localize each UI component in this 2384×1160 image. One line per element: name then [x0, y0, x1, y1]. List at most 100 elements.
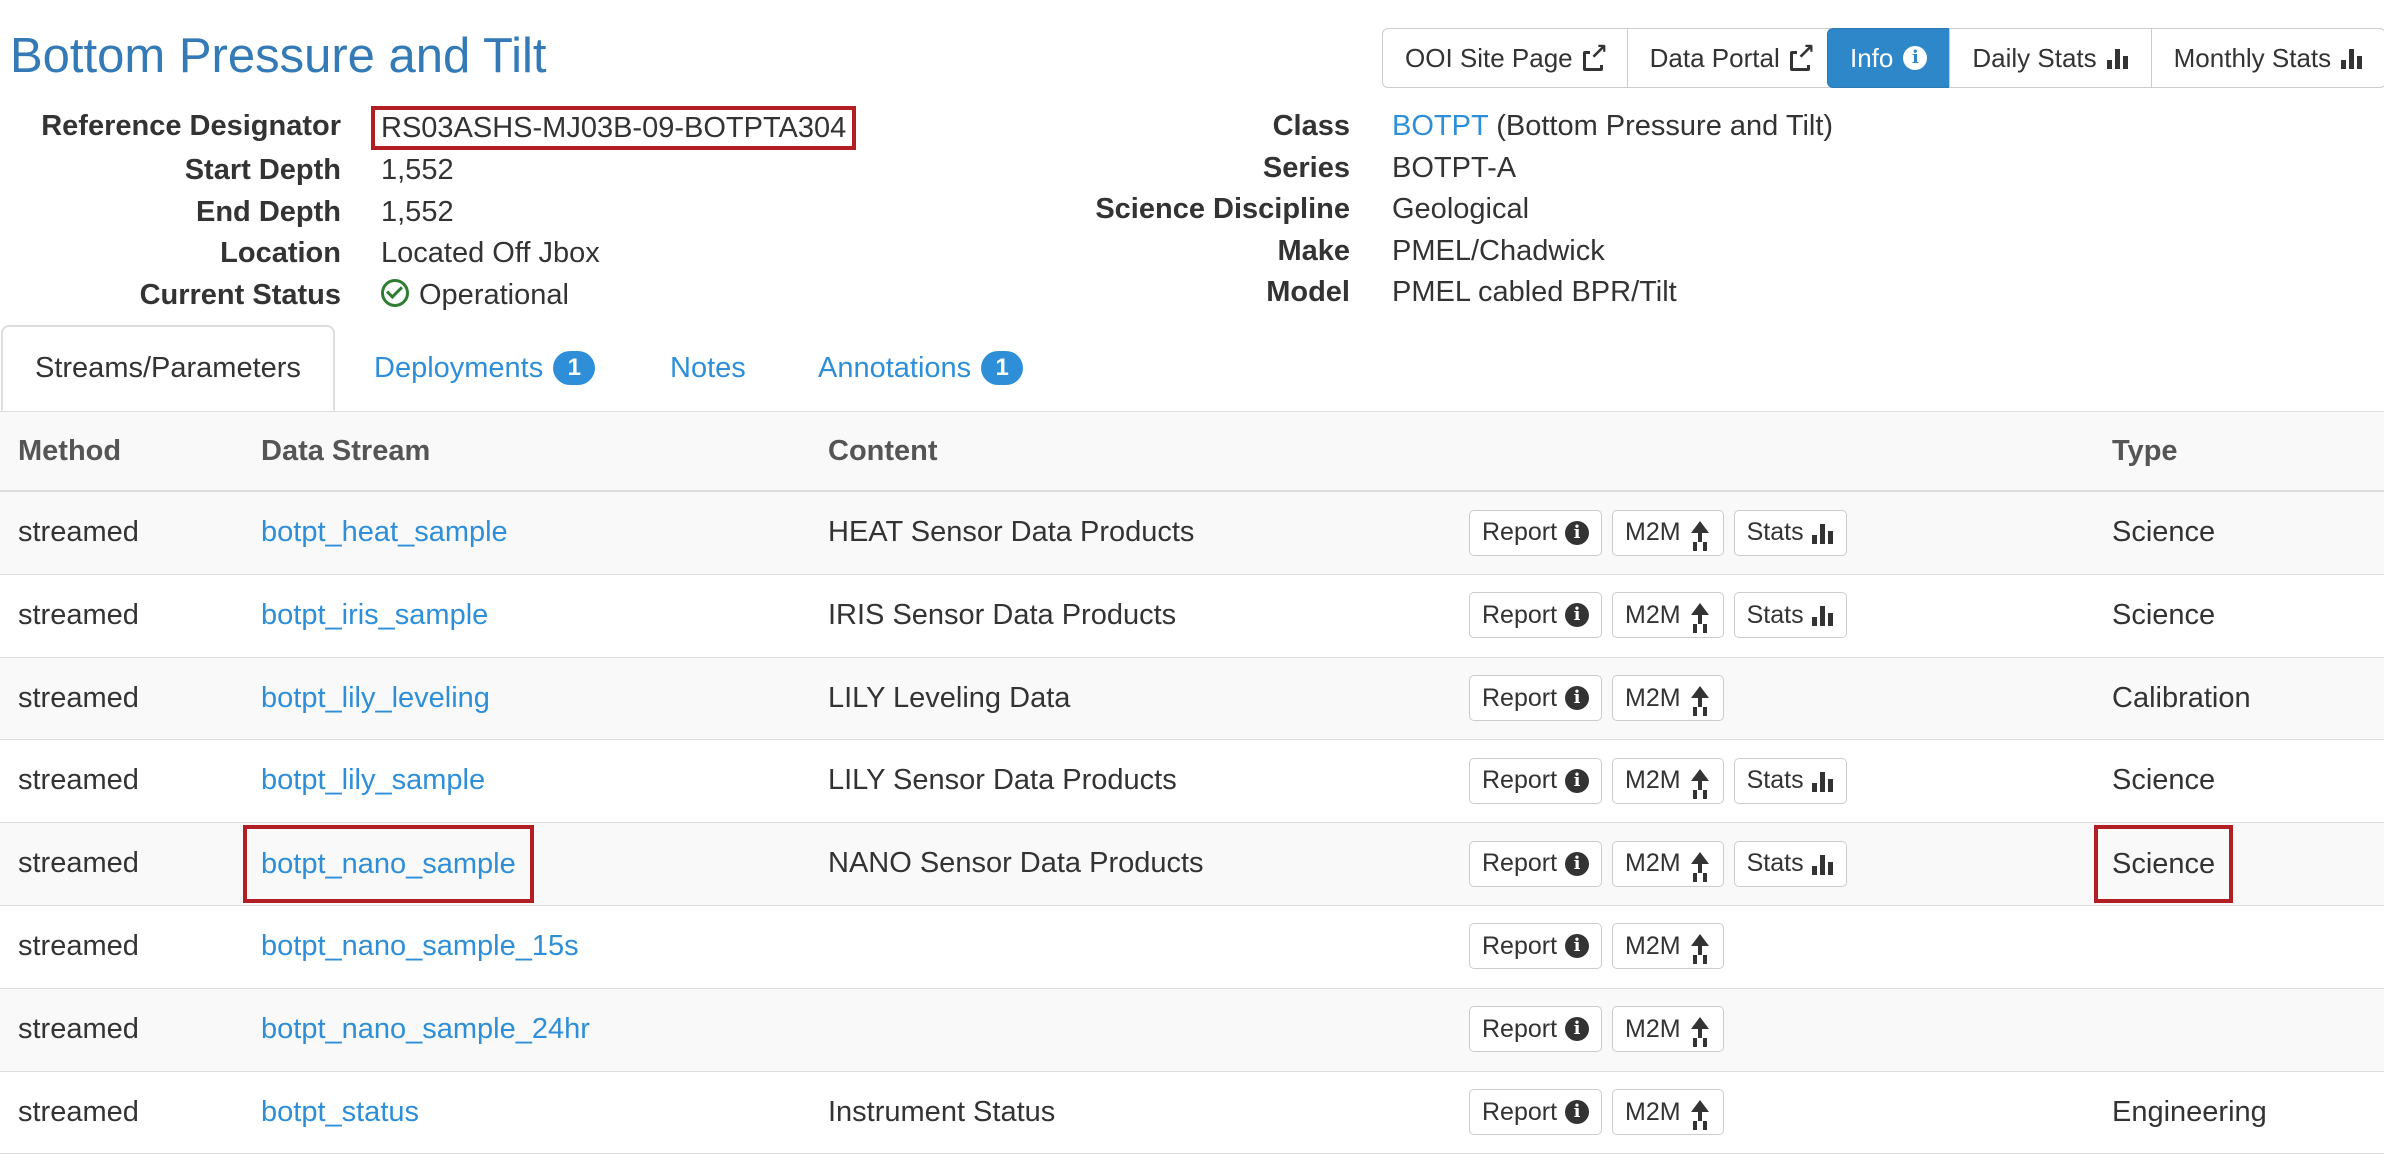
bar-chart-icon: [2341, 47, 2363, 69]
stats-label: Stats: [1746, 518, 1804, 546]
class-link[interactable]: BOTPT: [1392, 110, 1488, 142]
stats-button[interactable]: Stats: [1733, 757, 1847, 804]
lamp-icon: [1689, 603, 1711, 627]
page-title: Bottom Pressure and Tilt: [10, 29, 547, 83]
type-cell: Science: [2112, 740, 2215, 821]
tab-annotations[interactable]: Annotations 1: [818, 325, 1024, 411]
data-stream-link[interactable]: botpt_nano_sample_15s: [261, 930, 579, 963]
info-label: Make: [1277, 234, 1350, 267]
m2m-button[interactable]: M2M: [1612, 675, 1724, 722]
m2m-button[interactable]: M2M: [1612, 1006, 1724, 1053]
column-header-method: Method: [18, 435, 122, 467]
report-button[interactable]: Report: [1469, 840, 1603, 887]
m2m-label: M2M: [1625, 766, 1681, 795]
m2m-label: M2M: [1625, 1014, 1681, 1043]
data-stream-link[interactable]: botpt_heat_sample: [261, 516, 508, 549]
m2m-button[interactable]: M2M: [1612, 757, 1724, 804]
report-button[interactable]: Report: [1469, 923, 1603, 970]
type-cell: Science: [2112, 492, 2215, 573]
m2m-label: M2M: [1625, 518, 1681, 546]
m2m-button[interactable]: M2M: [1612, 592, 1724, 639]
series-link[interactable]: BOTPT-A: [1392, 148, 1516, 190]
report-button[interactable]: Report: [1469, 592, 1603, 639]
actions-cell: Report M2M: [1469, 906, 1724, 987]
method-cell: streamed: [18, 847, 139, 880]
lamp-icon: [1689, 1017, 1711, 1041]
column-header-content: Content: [828, 435, 938, 467]
m2m-button[interactable]: M2M: [1612, 923, 1724, 970]
tab-label: Streams/Parameters: [35, 351, 301, 384]
current-status-value: Operational: [419, 278, 569, 311]
method-cell: streamed: [18, 929, 139, 962]
daily-stats-label: Daily Stats: [1972, 42, 2097, 73]
tab-notes[interactable]: Notes: [670, 325, 746, 411]
data-stream-link[interactable]: botpt_nano_sample_24hr: [261, 1013, 590, 1046]
daily-stats-button[interactable]: Daily Stats: [1949, 28, 2152, 88]
report-button[interactable]: Report: [1469, 675, 1603, 722]
stats-button[interactable]: Stats: [1733, 592, 1847, 639]
data-portal-label: Data Portal: [1649, 42, 1780, 73]
content-cell: NANO Sensor Data Products: [828, 847, 1204, 880]
external-link-icon: [1789, 39, 1816, 71]
column-header-data-stream: Data Stream: [261, 435, 431, 467]
tab-streams-parameters[interactable]: Streams/Parameters: [1, 325, 335, 411]
data-stream-cell: botpt_nano_sample: [243, 823, 534, 904]
data-stream-cell: botpt_heat_sample: [261, 492, 508, 573]
data-portal-button[interactable]: Data Portal: [1626, 28, 1835, 88]
table-row: streamed botpt_status Instrument Status Rep…: [0, 1071, 2384, 1155]
info-row-make: Make PMEL/Chadwick: [1000, 231, 1833, 273]
report-button[interactable]: Report: [1469, 1006, 1603, 1053]
data-stream-link[interactable]: botpt_iris_sample: [261, 599, 488, 632]
report-button[interactable]: Report: [1469, 1089, 1603, 1136]
deployments-count-badge: 1: [553, 351, 596, 385]
monthly-stats-button[interactable]: Monthly Stats: [2150, 28, 2384, 88]
content-cell: HEAT Sensor Data Products: [828, 516, 1195, 548]
data-stream-link[interactable]: botpt_status: [261, 1096, 419, 1129]
info-icon: [1565, 934, 1590, 959]
type-cell: Calibration: [2112, 658, 2251, 739]
reference-designator-value: RS03ASHS-MJ03B-09-BOTPTA304: [371, 106, 857, 150]
end-depth-value: 1,552: [381, 195, 454, 228]
bar-chart-icon: [1811, 604, 1834, 627]
info-row-class: Class BOTPT (Bottom Pressure and Tilt): [1000, 106, 1833, 148]
report-label: Report: [1482, 849, 1558, 878]
stats-button[interactable]: Stats: [1733, 840, 1847, 887]
column-header-type: Type: [2112, 435, 2178, 467]
info-icon: [1565, 603, 1590, 628]
lamp-icon: [1689, 520, 1711, 545]
method-cell: streamed: [18, 764, 139, 797]
info-button[interactable]: Info: [1827, 28, 1951, 88]
tab-deployments[interactable]: Deployments 1: [374, 325, 596, 411]
actions-cell: Report M2M: [1469, 1072, 1724, 1153]
stats-button[interactable]: Stats: [1733, 509, 1847, 556]
start-depth-value: 1,552: [381, 154, 454, 186]
data-stream-link[interactable]: botpt_nano_sample: [243, 824, 534, 903]
info-icon: [1565, 851, 1590, 876]
report-label: Report: [1482, 600, 1558, 629]
report-button[interactable]: Report: [1469, 509, 1603, 556]
info-icon: [1565, 520, 1590, 545]
data-stream-link[interactable]: botpt_lily_sample: [261, 764, 485, 797]
info-icon: [1565, 1017, 1590, 1042]
m2m-button[interactable]: M2M: [1612, 840, 1724, 887]
info-label: Info: [1850, 42, 1894, 73]
actions-cell: Report M2M: [1469, 658, 1724, 739]
type-cell: Engineering: [2112, 1072, 2267, 1153]
ooi-site-page-button[interactable]: OOI Site Page: [1382, 28, 1628, 88]
instrument-page: Bottom Pressure and Tilt OOI Site Page D…: [0, 0, 2384, 1160]
lamp-icon: [1689, 686, 1711, 710]
external-links-group: OOI Site Page Data Portal: [1382, 28, 1835, 88]
info-label: Current Status: [139, 278, 341, 311]
instrument-details-left: Reference Designator RS03ASHS-MJ03B-09-B…: [0, 106, 857, 316]
method-cell: streamed: [18, 516, 139, 548]
m2m-label: M2M: [1625, 849, 1681, 878]
table-row: streamed botpt_iris_sample IRIS Sensor Dat…: [0, 574, 2384, 658]
info-label: Class: [1272, 110, 1350, 142]
m2m-button[interactable]: M2M: [1612, 509, 1724, 556]
location-value: Located Off Jbox: [381, 237, 600, 269]
data-stream-link[interactable]: botpt_lily_leveling: [261, 682, 490, 715]
bar-chart-icon: [2106, 47, 2129, 69]
report-button[interactable]: Report: [1469, 757, 1603, 804]
content-cell: Instrument Status: [828, 1095, 1056, 1128]
m2m-button[interactable]: M2M: [1612, 1089, 1724, 1136]
